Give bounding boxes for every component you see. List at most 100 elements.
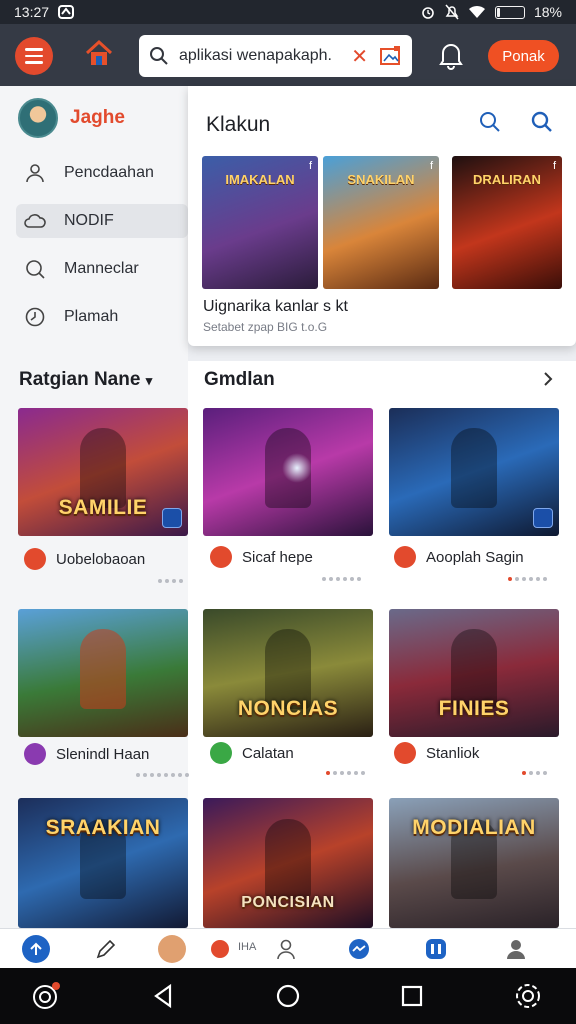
tab-messenger[interactable]: [345, 935, 373, 963]
recents-icon[interactable]: [396, 980, 428, 1012]
game-icon: [211, 940, 229, 958]
game-card[interactable]: [18, 609, 188, 737]
home-nav-icon[interactable]: [272, 980, 304, 1012]
wifi-icon: [468, 5, 485, 18]
card-tag: f: [308, 160, 312, 172]
hamburger-icon: [25, 48, 43, 51]
user-icon: [507, 940, 525, 959]
search-icon: [150, 47, 168, 65]
game-icon: [210, 546, 232, 568]
avatar[interactable]: [158, 935, 186, 963]
search-icon[interactable]: [478, 110, 502, 134]
pager-dots: [158, 579, 183, 583]
profile-header[interactable]: Jaghe: [18, 98, 125, 138]
assistant-icon[interactable]: [30, 980, 62, 1012]
dropdown-panel: Klakun IMAKALAN f SNAKILAN f DRALIRAN f …: [188, 86, 576, 346]
card-label[interactable]: Sicaf hepe: [210, 546, 313, 568]
game-icon: [394, 546, 416, 568]
messenger-icon: [349, 939, 369, 959]
game-card[interactable]: NONCIAS: [203, 609, 373, 737]
card-art-title: NONCIAS: [237, 697, 339, 720]
settings-icon[interactable]: [512, 980, 544, 1012]
menu-button[interactable]: [15, 37, 53, 75]
profile-name: Jaghe: [70, 107, 125, 128]
pager-dots: [522, 771, 547, 775]
card-art-title: SNAKILAN: [347, 172, 415, 187]
status-bar: 13:27 18%: [0, 0, 576, 24]
pager-dots: [326, 771, 365, 775]
tab-edit[interactable]: [92, 935, 120, 963]
badge-icon: [162, 508, 182, 528]
tab-games[interactable]: [206, 935, 234, 963]
silent-icon: [445, 4, 459, 20]
pager-dots: [322, 577, 361, 581]
sidebar-item-manneclar[interactable]: Manneclar: [16, 252, 188, 286]
dropdown-caption: Uignarika kanlar s kt: [203, 298, 348, 315]
user-icon: [277, 939, 295, 960]
card-label[interactable]: Stanliok: [394, 742, 479, 764]
game-card[interactable]: SRAAKIAN: [18, 798, 188, 928]
search-icon: [26, 260, 45, 279]
back-icon[interactable]: [148, 980, 180, 1012]
user-icon: [26, 164, 44, 183]
dropdown-card[interactable]: IMAKALAN f: [202, 156, 318, 289]
battery-icon: [494, 5, 525, 19]
avatar: [18, 98, 58, 138]
cloud-icon: [24, 214, 46, 228]
search-input[interactable]: aplikasi wenapakaph.: [179, 47, 351, 65]
chevron-right-icon[interactable]: [542, 371, 554, 387]
tab-label: IHA: [238, 941, 257, 953]
card-art-title: FINIES: [438, 697, 510, 720]
alarm-icon: [422, 7, 434, 19]
card-art-title: PONCISIAN: [241, 894, 335, 911]
card-label[interactable]: Slenindl Haan: [24, 743, 149, 765]
card-label[interactable]: Calatan: [210, 742, 294, 764]
game-card[interactable]: [203, 408, 373, 536]
dropdown-card[interactable]: DRALIRAN f: [452, 156, 562, 289]
tab-profile[interactable]: [272, 935, 300, 963]
search-bar[interactable]: aplikasi wenapakaph. ✕: [139, 35, 412, 77]
feed-icon: [426, 939, 446, 959]
card-label[interactable]: Uobelobaoan: [24, 548, 145, 570]
top-app-bar: aplikasi wenapakaph. ✕ Ponak: [0, 24, 576, 86]
clear-icon[interactable]: ✕: [351, 44, 368, 69]
dropdown-card[interactable]: SNAKILAN f: [323, 156, 439, 289]
chevron-down-icon: ▾: [145, 373, 153, 388]
tab-account[interactable]: [502, 935, 530, 963]
sidebar-item-label: Plamah: [64, 308, 119, 325]
game-card[interactable]: SAMILIE: [18, 408, 188, 536]
sidebar-item-nodif[interactable]: NODIF: [16, 204, 188, 238]
sidebar-item-pencdaahan[interactable]: Pencdaahan: [16, 156, 188, 190]
game-card[interactable]: PONCISIAN: [203, 798, 373, 928]
card-art-title: MODIALIAN: [412, 816, 536, 839]
image-search-icon[interactable]: [380, 46, 402, 66]
tab-feed[interactable]: [422, 935, 450, 963]
game-icon: [24, 548, 46, 570]
pen-icon: [96, 939, 116, 959]
login-button[interactable]: Ponak: [488, 40, 559, 72]
home-icon[interactable]: [83, 38, 115, 70]
bottom-tab-bar: IHA: [0, 928, 576, 968]
section-title-left[interactable]: Ratgian Nane ▾: [19, 369, 152, 391]
pager-dots: [508, 577, 547, 581]
card-tag: f: [429, 160, 433, 172]
game-card[interactable]: [389, 408, 559, 536]
card-art-title: SRAAKIAN: [45, 816, 161, 839]
battery-percent: 18%: [533, 4, 562, 20]
system-nav-bar: [0, 968, 576, 1024]
status-time: 13:27: [14, 4, 50, 20]
bell-icon[interactable]: [437, 40, 465, 70]
game-icon: [210, 742, 232, 764]
sidebar-item-plamah[interactable]: Plamah: [16, 300, 188, 334]
section-title-right: Gmdlan: [204, 369, 275, 390]
sidebar-item-label: NODIF: [64, 212, 114, 229]
game-card[interactable]: MODIALIAN: [389, 798, 559, 928]
game-card[interactable]: FINIES: [389, 609, 559, 737]
tab-home[interactable]: [22, 935, 50, 963]
game-icon: [24, 743, 46, 765]
notification-icon: [58, 5, 75, 19]
search-icon[interactable]: [530, 110, 554, 134]
card-label[interactable]: Aooplah Sagin: [394, 546, 524, 568]
card-art-title: DRALIRAN: [473, 172, 541, 187]
pager-dots: [136, 773, 189, 777]
